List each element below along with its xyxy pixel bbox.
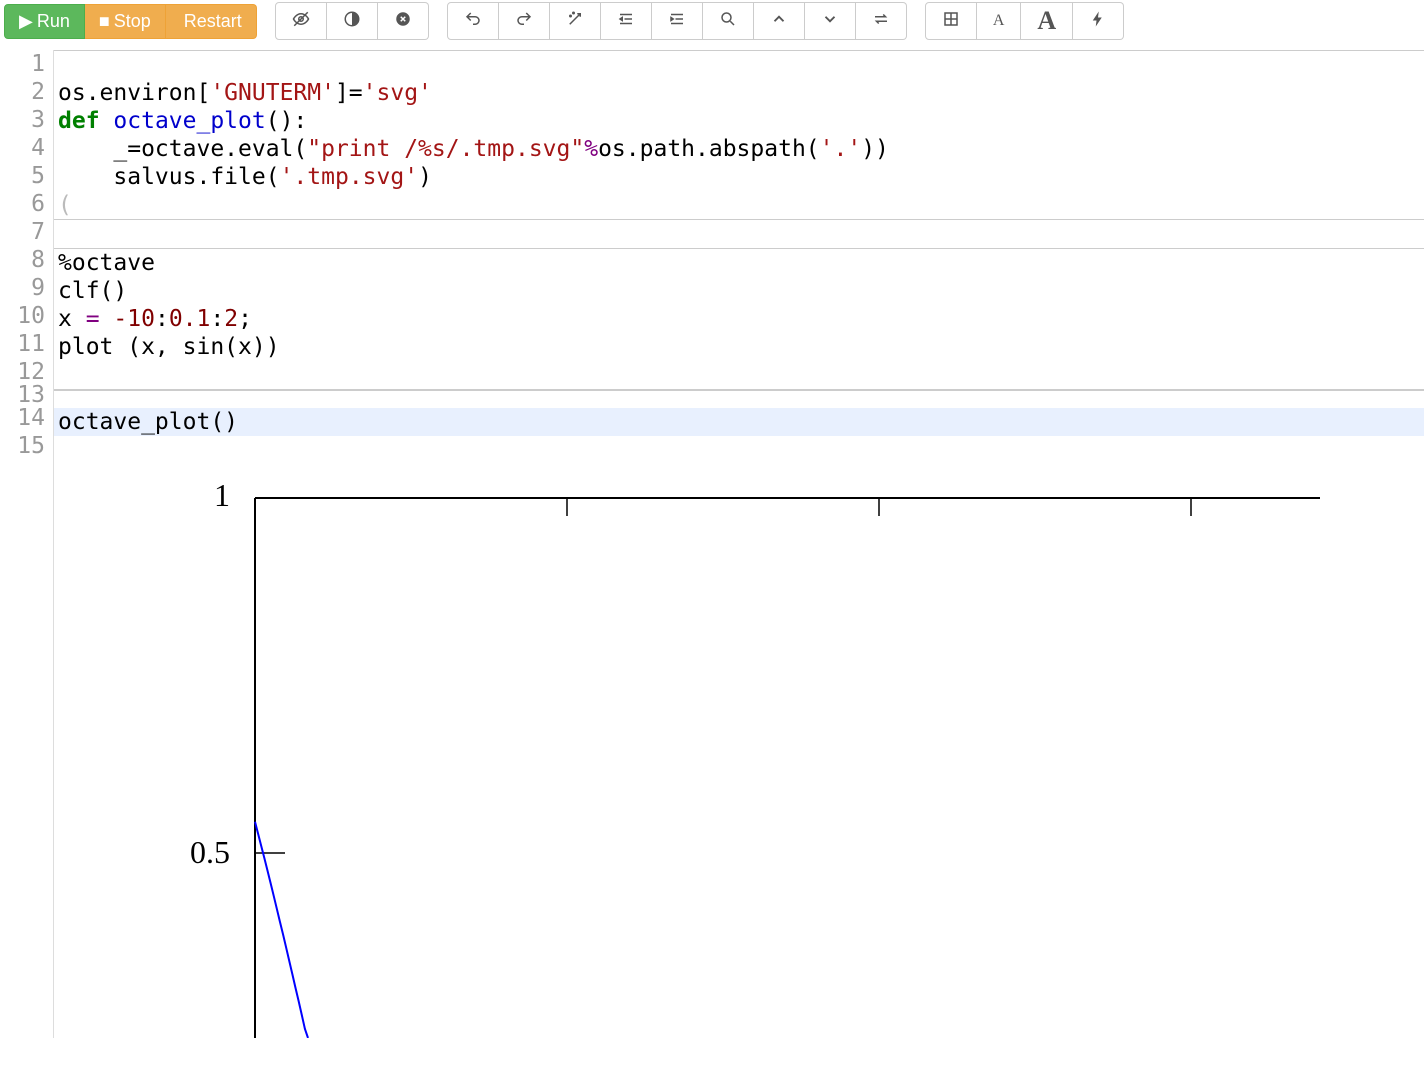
gutter-line: 14 [0, 404, 45, 432]
grid-icon [942, 10, 960, 33]
gutter-line: 8 [0, 246, 45, 274]
chevron-up-icon [770, 10, 788, 33]
sin-curve [255, 822, 308, 1038]
gutter-line: 1 [0, 50, 45, 78]
format-group: A A [925, 2, 1124, 40]
stop-icon: ■ [99, 11, 110, 32]
swap-icon [872, 10, 890, 33]
bolt-icon [1089, 10, 1107, 33]
bolt-button[interactable] [1073, 2, 1124, 40]
stop-label: Stop [114, 11, 151, 32]
y-tick-05: 0.5 [190, 834, 230, 870]
indent-icon [668, 10, 686, 33]
play-icon: ▶ [19, 11, 33, 32]
code-line-current[interactable]: octave_plot() [54, 408, 1424, 436]
code-line[interactable]: clf() [54, 277, 1424, 305]
code-line[interactable]: plot (x, sin(x)) [54, 333, 1424, 361]
stop-button[interactable]: ■ Stop [85, 4, 166, 39]
indent-button[interactable] [652, 2, 703, 40]
gutter-line: 3 [0, 106, 45, 134]
redo-icon [515, 10, 533, 33]
undo-button[interactable] [447, 2, 499, 40]
contrast-button[interactable] [327, 2, 378, 40]
plot-output: 1 0.5 [54, 468, 1424, 1038]
close-circle-icon [394, 10, 412, 33]
gutter-line: 2 [0, 78, 45, 106]
run-label: Run [37, 11, 70, 32]
gutter-line: 11 [0, 330, 45, 358]
code-line[interactable]: ( [54, 191, 1424, 219]
sin-plot: 1 0.5 [110, 468, 1320, 1038]
code-editor[interactable]: 1 2 3 4 5 6 7 8 9 10 11 12 13 14 15 os.e… [0, 50, 1424, 1038]
code-line[interactable] [54, 51, 1424, 79]
undo-icon [464, 10, 482, 33]
magic-wand-icon [566, 10, 584, 33]
gutter-line: 10 [0, 302, 45, 330]
gutter-line: 13 [0, 386, 45, 404]
code-line[interactable]: salvus.file('.tmp.svg') [54, 163, 1424, 191]
restart-button[interactable]: Restart [166, 4, 257, 39]
chevron-up-button[interactable] [754, 2, 805, 40]
gutter-line: 15 [0, 432, 45, 460]
close-circle-button[interactable] [378, 2, 429, 40]
code-line[interactable] [54, 361, 1424, 389]
contrast-icon [343, 10, 361, 33]
code-line[interactable] [54, 220, 1424, 248]
font-small-icon: A [993, 12, 1005, 30]
code-area[interactable]: os.environ['GNUTERM']='svg' def octave_p… [54, 50, 1424, 1038]
code-line[interactable] [54, 436, 1424, 464]
font-large-icon: A [1037, 6, 1056, 36]
toolbar: ▶ Run ■ Stop Restart [0, 0, 1424, 42]
font-small-button[interactable]: A [977, 2, 1022, 40]
redo-button[interactable] [499, 2, 550, 40]
code-line[interactable]: def octave_plot(): [54, 107, 1424, 135]
eye-off-button[interactable] [275, 2, 327, 40]
swap-button[interactable] [856, 2, 907, 40]
code-line[interactable]: %octave [54, 249, 1424, 277]
gutter-line: 5 [0, 162, 45, 190]
chevron-down-button[interactable] [805, 2, 856, 40]
chevron-down-icon [821, 10, 839, 33]
code-line[interactable]: x = -10:0.1:2; [54, 305, 1424, 333]
search-icon [719, 10, 737, 33]
font-large-button[interactable]: A [1021, 2, 1073, 40]
gutter-line: 7 [0, 218, 45, 246]
search-button[interactable] [703, 2, 754, 40]
gutter: 1 2 3 4 5 6 7 8 9 10 11 12 13 14 15 [0, 50, 54, 1038]
grid-button[interactable] [925, 2, 977, 40]
outdent-icon [617, 10, 635, 33]
history-group [447, 2, 907, 40]
gutter-line: 4 [0, 134, 45, 162]
view-group [275, 2, 429, 40]
gutter-line: 6 [0, 190, 45, 218]
y-tick-1: 1 [214, 477, 230, 513]
gutter-line: 9 [0, 274, 45, 302]
restart-label: Restart [184, 11, 242, 32]
outdent-button[interactable] [601, 2, 652, 40]
run-button[interactable]: ▶ Run [4, 4, 85, 39]
code-line[interactable]: _=octave.eval("print /%s/.tmp.svg"%os.pa… [54, 135, 1424, 163]
magic-button[interactable] [550, 2, 601, 40]
code-line[interactable]: os.environ['GNUTERM']='svg' [54, 79, 1424, 107]
eye-off-icon [292, 10, 310, 33]
